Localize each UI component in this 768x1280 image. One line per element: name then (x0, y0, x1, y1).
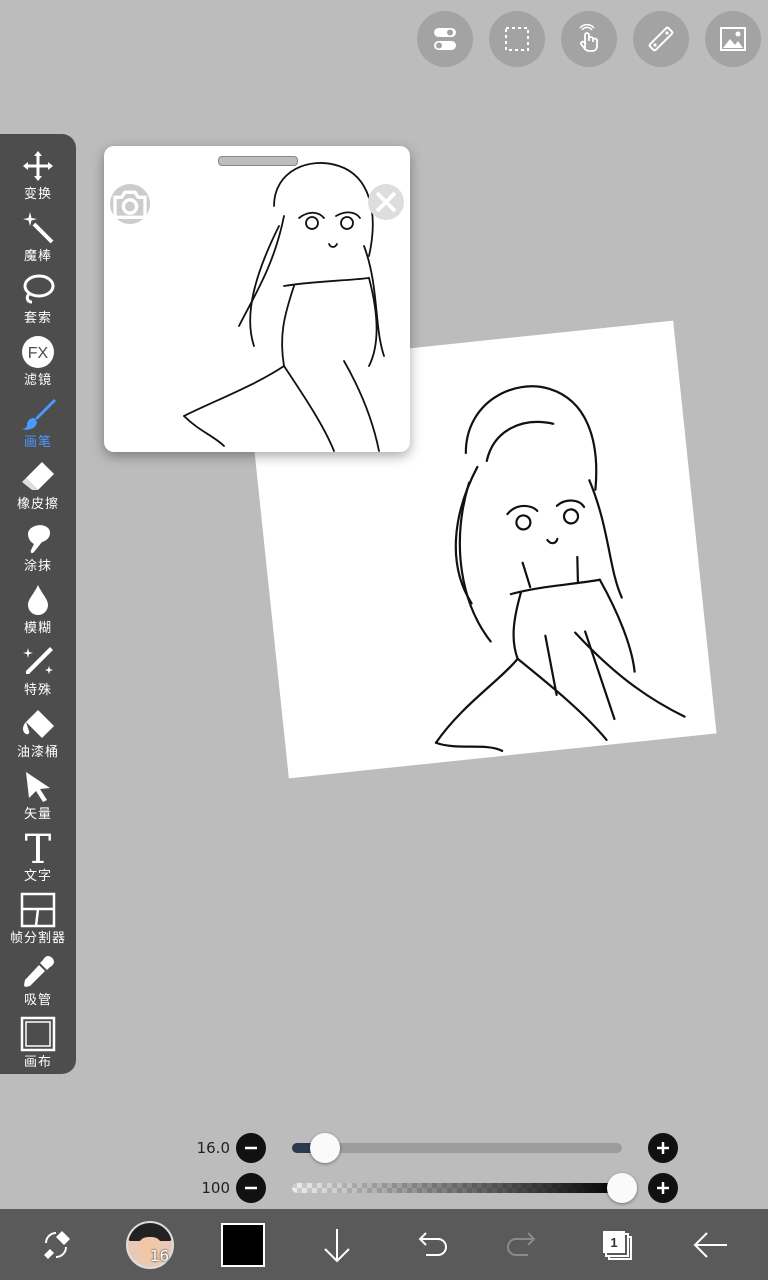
redo-button[interactable] (489, 1209, 559, 1280)
tool-label: 帧分割器 (9, 931, 66, 946)
opacity-track[interactable] (292, 1173, 637, 1203)
smudge-icon (28, 525, 50, 554)
svg-text:FX: FX (28, 345, 49, 362)
selection-button[interactable] (489, 11, 545, 67)
tool-special[interactable]: 特殊 (0, 642, 76, 704)
plus-icon (657, 1142, 669, 1154)
close-icon (375, 191, 397, 213)
toggle-icon (434, 28, 456, 50)
tool-text[interactable]: T 文字 (0, 828, 76, 890)
tool-eyedropper[interactable]: 吸管 (0, 952, 76, 1014)
arrow-down-icon (324, 1228, 350, 1262)
reference-window[interactable] (104, 146, 410, 452)
image-icon (720, 27, 746, 51)
redo-icon (507, 1231, 536, 1256)
size-decrease-button[interactable] (236, 1133, 266, 1163)
brush-eraser-switch-icon (44, 1230, 70, 1259)
tool-vector[interactable]: 矢量 (0, 766, 76, 828)
quick-switch-button[interactable] (21, 1209, 91, 1280)
brush-preset-button[interactable] (115, 1209, 185, 1280)
tool-label: 文字 (23, 869, 52, 884)
camera-icon (113, 190, 147, 219)
reference-camera-button[interactable] (110, 184, 150, 224)
tool-label: 套索 (23, 311, 52, 326)
svg-text:T: T (25, 830, 52, 866)
svg-text:1: 1 (610, 1235, 617, 1250)
tool-blur[interactable]: 模糊 (0, 580, 76, 642)
tool-canvas[interactable]: 画布 (0, 1014, 76, 1076)
paint-bucket-icon (23, 710, 54, 738)
eyedropper-icon (24, 956, 54, 987)
fx-icon: FX (22, 336, 54, 368)
touch-button[interactable] (561, 11, 617, 67)
arrow-left-icon (693, 1231, 727, 1258)
blur-drop-icon (28, 585, 48, 615)
opacity-decrease-button[interactable] (236, 1173, 266, 1203)
layers-button[interactable]: 1 (582, 1209, 652, 1280)
undo-button[interactable] (395, 1209, 465, 1280)
tool-paint-bucket[interactable]: 油漆桶 (0, 704, 76, 766)
ruler-icon (648, 26, 674, 52)
layers-icon: 1 (603, 1230, 632, 1260)
tool-label: 吸管 (23, 993, 52, 1008)
selection-icon (505, 27, 529, 51)
download-button[interactable] (302, 1209, 372, 1280)
magic-wand-icon (23, 212, 54, 244)
tool-label: 魔棒 (23, 249, 52, 264)
eraser-icon (22, 462, 54, 490)
minus-icon (245, 1186, 257, 1190)
move-arrows-icon (23, 151, 53, 181)
canvas-icon (20, 1016, 56, 1052)
opacity-value: 100 (201, 1179, 230, 1197)
toggle-button[interactable] (417, 11, 473, 67)
special-brush-icon (23, 647, 53, 674)
tool-label: 油漆桶 (16, 745, 59, 760)
plus-icon (657, 1182, 669, 1194)
tool-label: 滤镜 (23, 373, 52, 388)
text-icon: T (25, 830, 52, 866)
minus-icon (245, 1146, 257, 1150)
tool-label: 模糊 (23, 621, 52, 636)
lasso-icon (23, 274, 55, 304)
reference-close-button[interactable] (368, 184, 404, 220)
tool-magic-wand[interactable]: 魔棒 (0, 208, 76, 270)
back-button[interactable] (676, 1209, 746, 1280)
color-button[interactable] (208, 1209, 278, 1280)
undo-icon (418, 1231, 447, 1256)
tool-label: 画布 (23, 1055, 52, 1070)
brush-size-slider-row: 16.0 (0, 1128, 768, 1168)
tool-label: 变换 (23, 187, 52, 202)
hand-tap-icon (579, 23, 598, 52)
tool-label: 画笔 (23, 435, 52, 450)
brush-size-badge: 16 (150, 1247, 170, 1265)
brush-icon (22, 399, 56, 430)
tool-frame-divider[interactable]: 帧分割器 (0, 890, 76, 952)
gallery-button[interactable] (705, 11, 761, 67)
tool-filter[interactable]: FX 滤镜 (0, 332, 76, 394)
tool-smudge[interactable]: 涂抹 (0, 518, 76, 580)
tool-label: 矢量 (23, 807, 52, 822)
tool-eraser[interactable]: 橡皮擦 (0, 456, 76, 518)
tool-label: 橡皮擦 (16, 497, 59, 512)
opacity-knob[interactable] (607, 1173, 637, 1203)
brush-size-value: 16.0 (196, 1139, 230, 1157)
color-swatch (221, 1222, 265, 1267)
tool-label: 涂抹 (23, 559, 52, 574)
reference-drag-handle[interactable] (218, 156, 298, 166)
bottom-toolbar: 16 1 (0, 1209, 768, 1280)
brush-size-track[interactable] (292, 1133, 622, 1163)
ruler-button[interactable] (633, 11, 689, 67)
tool-panel: 变换 魔棒 套索 FX 滤镜 画笔 橡皮擦 涂抹 模糊 特殊 油漆桶 矢量 T … (0, 134, 76, 1074)
tool-lasso[interactable]: 套索 (0, 270, 76, 332)
vector-cursor-icon (26, 772, 50, 802)
tool-brush[interactable]: 画笔 (0, 394, 76, 456)
brush-size-knob[interactable] (310, 1133, 340, 1163)
opacity-increase-button[interactable] (648, 1173, 678, 1203)
frame-divider-icon (20, 892, 56, 928)
tool-label: 特殊 (23, 683, 52, 698)
opacity-slider-row: 100 (0, 1168, 768, 1208)
tool-transform[interactable]: 变换 (0, 146, 76, 208)
size-increase-button[interactable] (648, 1133, 678, 1163)
